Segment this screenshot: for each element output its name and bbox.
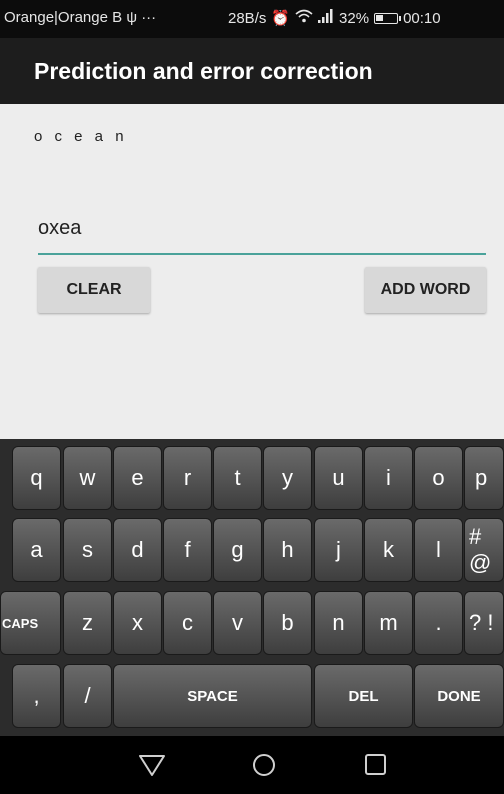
key-j[interactable]: j (314, 518, 363, 582)
clock: 00:10 (403, 9, 441, 27)
key-x[interactable]: x (113, 591, 162, 655)
key-r[interactable]: r (163, 446, 212, 510)
battery-percent: 32% (339, 9, 370, 27)
signal-icon (318, 9, 334, 27)
key-period[interactable]: . (414, 591, 463, 655)
key-c[interactable]: c (163, 591, 212, 655)
key-done[interactable]: DONE (414, 664, 504, 728)
key-w[interactable]: w (63, 446, 112, 510)
key-slash[interactable]: / (63, 664, 112, 728)
navigation-bar (0, 736, 504, 794)
key-n[interactable]: n (314, 591, 363, 655)
key-p[interactable]: p (464, 446, 504, 510)
usb-icon: ψ (126, 9, 138, 26)
key-v[interactable]: v (213, 591, 262, 655)
key-punctuation[interactable]: ? ! (464, 591, 504, 655)
key-h[interactable]: h (263, 518, 312, 582)
key-t[interactable]: t (213, 446, 262, 510)
key-symbols[interactable]: # @ (464, 518, 504, 582)
key-b[interactable]: b (263, 591, 312, 655)
back-triangle-icon[interactable] (137, 750, 167, 780)
clear-button[interactable]: CLEAR (38, 267, 150, 313)
key-z[interactable]: z (63, 591, 112, 655)
wifi-icon (295, 9, 313, 27)
key-f[interactable]: f (163, 518, 212, 582)
key-s[interactable]: s (63, 518, 112, 582)
key-i[interactable]: i (364, 446, 413, 510)
key-e[interactable]: e (113, 446, 162, 510)
key-comma[interactable]: , (12, 664, 61, 728)
key-o[interactable]: o (414, 446, 463, 510)
prediction-text[interactable]: o c e a n (34, 128, 128, 145)
app-title: Prediction and error correction (34, 58, 373, 84)
key-space[interactable]: SPACE (113, 664, 312, 728)
status-right: 28B/s ⏰ 32% 00:10 (228, 9, 441, 27)
recents-square-icon[interactable] (361, 750, 391, 780)
key-caps[interactable]: CAPS (0, 591, 61, 655)
action-bar: Prediction and error correction (0, 38, 504, 104)
key-delete[interactable]: DEL (314, 664, 413, 728)
key-d[interactable]: d (113, 518, 162, 582)
home-circle-icon[interactable] (249, 750, 279, 780)
key-u[interactable]: u (314, 446, 363, 510)
more-notifications-label: ··· (141, 9, 157, 26)
key-y[interactable]: y (263, 446, 312, 510)
key-q[interactable]: q (12, 446, 61, 510)
key-a[interactable]: a (12, 518, 61, 582)
keyboard: q w e r t y u i o p a s d f g h j k l # … (0, 439, 504, 736)
key-l[interactable]: l (414, 518, 463, 582)
key-m[interactable]: m (364, 591, 413, 655)
key-g[interactable]: g (213, 518, 262, 582)
add-word-button[interactable]: ADD WORD (365, 267, 486, 313)
network-speed: 28B/s (228, 9, 267, 27)
key-k[interactable]: k (364, 518, 413, 582)
word-input-container (38, 213, 486, 255)
alarm-icon: ⏰ (271, 10, 291, 27)
word-input[interactable] (38, 213, 486, 240)
carrier-label: Orange|Orange B ψ ··· (4, 9, 157, 26)
status-bar: Orange|Orange B ψ ··· 28B/s ⏰ 32% 00:10 (0, 0, 504, 38)
battery-icon (374, 12, 402, 24)
